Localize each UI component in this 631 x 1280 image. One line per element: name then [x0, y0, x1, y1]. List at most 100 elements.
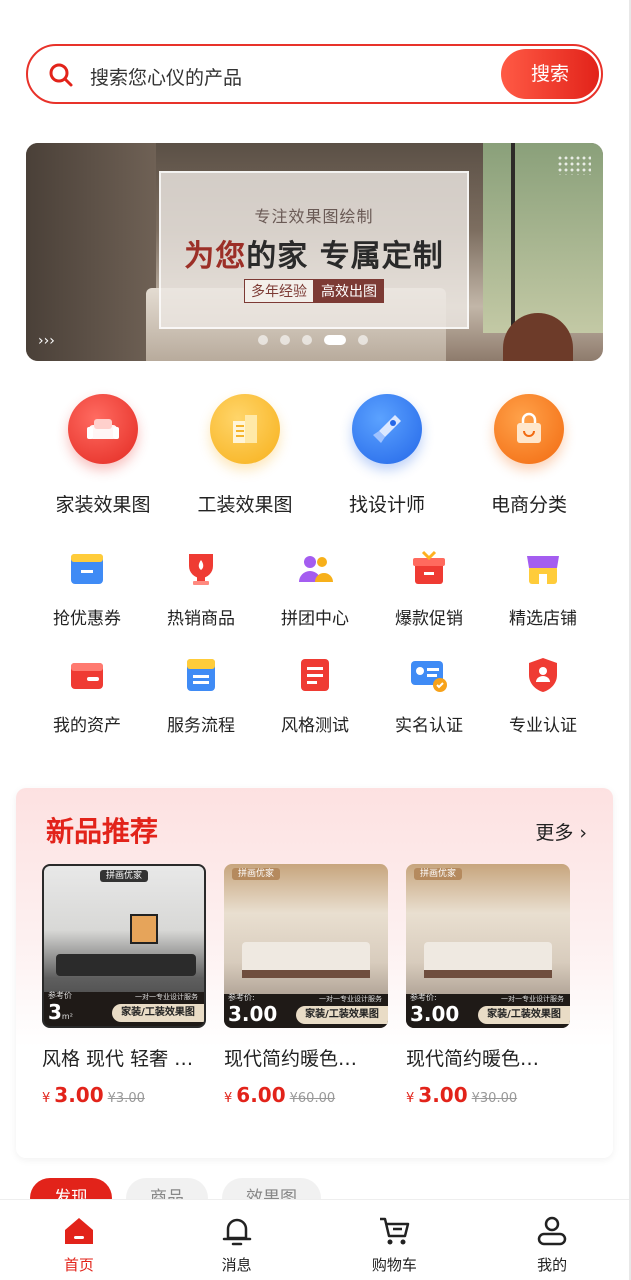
banner-headline-red: 为您: [184, 239, 247, 274]
service-text: 一对一专业设计服务: [135, 993, 198, 1001]
product-price: ¥6.00 ¥60.00: [224, 1083, 336, 1107]
bottom-nav: 首页 消息 购物车 我的: [0, 1199, 631, 1280]
category-label: 实名认证: [395, 716, 463, 736]
search-bar[interactable]: 搜索您心仪的产品 搜索: [26, 44, 603, 104]
category-real-name-auth[interactable]: 实名认证: [372, 655, 486, 736]
banner-tag-2: 高效出图: [314, 279, 384, 303]
category-service-process[interactable]: 服务流程: [144, 655, 258, 736]
banner-text-frame: 专注效果图绘制 为您的家 专属定制 多年经验 高效出图: [159, 171, 469, 329]
product-name[interactable]: 现代简约暖色…: [406, 1044, 570, 1071]
category-label: 爆款促销: [395, 609, 463, 629]
category-label: 拼团中心: [281, 609, 349, 629]
category-commercial-design[interactable]: 工装效果图: [175, 394, 315, 517]
more-label: 更多: [535, 822, 574, 844]
category-promotions[interactable]: 爆款促销: [372, 548, 486, 629]
user-icon: [537, 1216, 567, 1246]
gift-icon: [409, 548, 449, 588]
rocket-icon: [352, 394, 422, 464]
banner-arrows-icon: ›››: [38, 333, 55, 349]
banner-headline: 为您的家 专属定制: [161, 231, 467, 275]
category-ecommerce[interactable]: 电商分类: [459, 394, 599, 517]
bed-shape: [242, 942, 370, 978]
group-icon: [295, 548, 335, 588]
image-price: 参考价 3m²: [48, 991, 73, 1024]
banner-headline-rest: 的家 专属定制: [246, 239, 444, 274]
image-price: 参考价: 3.00: [228, 993, 278, 1026]
image-ribbon: 家装/工装效果图: [296, 1006, 388, 1024]
bed-shape: [424, 942, 552, 978]
category-professional-auth[interactable]: 专业认证: [486, 655, 600, 736]
banner-dot[interactable]: [302, 335, 312, 345]
more-link[interactable]: 更多 ›: [535, 818, 587, 845]
cart-icon: [380, 1217, 410, 1245]
category-style-test[interactable]: 风格测试: [258, 655, 372, 736]
sofa-icon: [68, 394, 138, 464]
wall-art: [130, 914, 158, 944]
banner-tags: 多年经验 高效出图: [161, 279, 467, 303]
product-brand: 拼画优家: [414, 866, 570, 880]
bell-icon: [222, 1218, 251, 1246]
category-label: 专业认证: [509, 716, 577, 736]
banner-dot[interactable]: [358, 335, 368, 345]
nav-messages[interactable]: 消息: [158, 1200, 316, 1280]
category-label: 我的资产: [53, 716, 121, 736]
promo-banner[interactable]: 专注效果图绘制 为您的家 专属定制 多年经验 高效出图 ›››: [26, 143, 603, 361]
product-image[interactable]: 拼画优家 一对一专业设计服务 参考价: 3.00 家装/工装效果图: [224, 864, 388, 1028]
document-icon: [295, 655, 335, 695]
product-price: ¥3.00 ¥3.00: [42, 1083, 145, 1107]
banner-tag-1: 多年经验: [244, 279, 314, 303]
image-price: 参考价: 3.00: [410, 993, 460, 1026]
category-label: 工装效果图: [197, 494, 293, 516]
category-my-assets[interactable]: 我的资产: [30, 655, 144, 736]
category-featured-stores[interactable]: 精选店铺: [486, 548, 600, 629]
banner-dot-active[interactable]: [324, 335, 346, 345]
search-button[interactable]: 搜索: [501, 49, 599, 99]
product-price: ¥3.00 ¥30.00: [406, 1083, 518, 1107]
product-brand: 拼画优家: [232, 866, 388, 880]
category-label: 风格测试: [281, 716, 349, 736]
store-icon: [523, 548, 563, 588]
product-card[interactable]: 拼画优家 一对一专业设计服务 参考价: 3.00 家装/工装效果图 现代简约暖色……: [406, 864, 570, 1107]
banner-dot[interactable]: [258, 335, 268, 345]
trophy-icon: [181, 548, 221, 588]
nav-cart[interactable]: 购物车: [316, 1200, 474, 1280]
image-ribbon: 家装/工装效果图: [478, 1006, 570, 1024]
product-card[interactable]: 拼画优家 一对一专业设计服务 参考价 3m² 家装/工装效果图 风格 现代 轻奢 …: [42, 864, 206, 1107]
service-text: 一对一专业设计服务: [501, 995, 564, 1003]
product-name[interactable]: 风格 现代 轻奢 …: [42, 1044, 206, 1071]
product-name[interactable]: 现代简约暖色…: [224, 1044, 388, 1071]
nav-profile[interactable]: 我的: [473, 1200, 631, 1280]
wallet-icon: [67, 655, 107, 695]
home-icon: [64, 1218, 93, 1244]
id-card-icon: [409, 655, 449, 695]
category-label: 热销商品: [167, 609, 235, 629]
shopping-bag-icon: [494, 394, 564, 464]
nav-label: 购物车: [371, 1256, 417, 1274]
section-title: 新品推荐: [46, 815, 159, 848]
new-products-section: 新品推荐 更多 › 拼画优家 一对一专业设计服务 参考价 3m² 家装/工装效果图…: [16, 788, 613, 1158]
category-hot-products[interactable]: 热销商品: [144, 548, 258, 629]
banner-line1: 专注效果图绘制: [254, 207, 374, 226]
banner-dot[interactable]: [280, 335, 290, 345]
category-coupons[interactable]: 抢优惠券: [30, 548, 144, 629]
product-image[interactable]: 拼画优家 一对一专业设计服务 参考价 3m² 家装/工装效果图: [42, 864, 206, 1028]
category-label: 服务流程: [167, 716, 235, 736]
chevron-right-icon: ›: [573, 822, 587, 844]
nav-home[interactable]: 首页: [0, 1200, 158, 1280]
image-ribbon: 家装/工装效果图: [112, 1004, 204, 1022]
category-find-designer[interactable]: 找设计师: [317, 394, 457, 517]
product-card[interactable]: 拼画优家 一对一专业设计服务 参考价: 3.00 家装/工装效果图 现代简约暖色……: [224, 864, 388, 1107]
category-group-buy[interactable]: 拼团中心: [258, 548, 372, 629]
category-label: 找设计师: [348, 494, 425, 516]
nav-label: 消息: [221, 1256, 252, 1274]
product-image[interactable]: 拼画优家 一对一专业设计服务 参考价: 3.00 家装/工装效果图: [406, 864, 570, 1028]
category-label: 抢优惠券: [53, 609, 121, 629]
nav-label: 我的: [537, 1256, 568, 1274]
tray-icon: [181, 655, 221, 695]
category-home-design[interactable]: 家装效果图: [33, 394, 173, 517]
banner-pagination[interactable]: [258, 335, 368, 345]
search-input[interactable]: 搜索您心仪的产品: [90, 63, 242, 90]
shield-user-icon: [523, 655, 563, 695]
category-label: 电商分类: [490, 494, 567, 516]
category-label: 家装效果图: [55, 494, 151, 516]
